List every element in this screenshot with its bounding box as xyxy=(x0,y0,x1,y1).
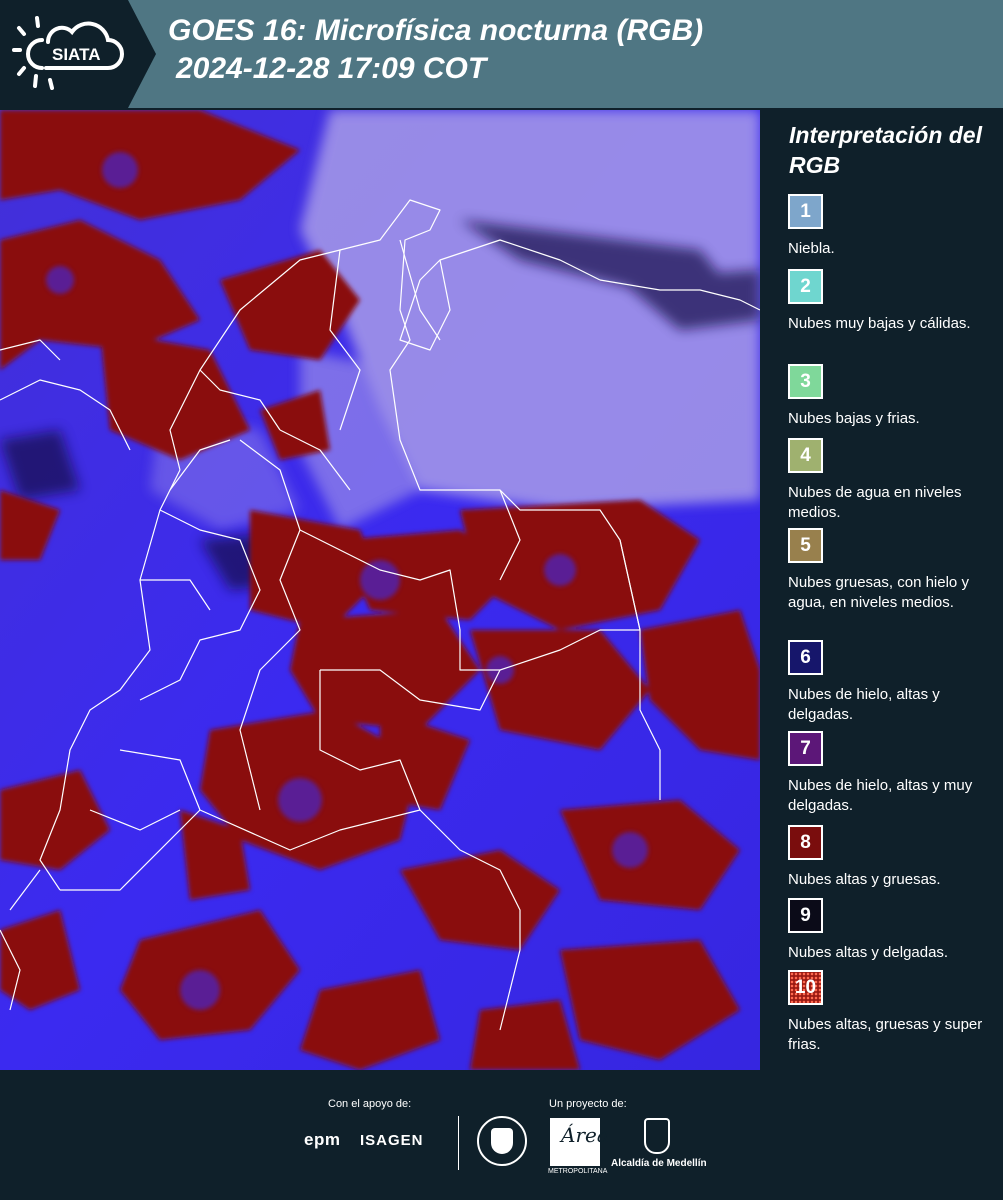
legend-label: Nubes de agua en niveles medios. xyxy=(788,484,962,521)
legend-label: Nubes muy bajas y cálidas. xyxy=(788,315,971,332)
legend-item: 4 Nubes de agua en niveles medios. xyxy=(788,438,993,523)
legend-label: Niebla. xyxy=(788,240,835,257)
legend-swatch: 8 xyxy=(788,825,823,860)
alcaldia-shield-icon xyxy=(644,1118,670,1154)
legend-swatch: 3 xyxy=(788,364,823,399)
header-bar: SIATA GOES 16: Microfísica nocturna (RGB… xyxy=(0,0,1003,108)
epm-logo: epm xyxy=(304,1130,341,1149)
university-seal-icon xyxy=(477,1116,527,1166)
legend-label: Nubes de hielo, altas y delgadas. xyxy=(788,686,940,723)
logo-panel: SIATA xyxy=(0,0,156,108)
legend-label: Nubes bajas y frias. xyxy=(788,410,920,427)
rgb-composite-map xyxy=(0,110,760,1070)
legend-swatch: 7 xyxy=(788,731,823,766)
legend-swatch: 2 xyxy=(788,269,823,304)
legend-label: Nubes altas, gruesas y super frias. xyxy=(788,1016,983,1053)
legend-item: 10 Nubes altas, gruesas y super frias. xyxy=(788,970,993,1055)
legend-item: 6 Nubes de hielo, altas y delgadas. xyxy=(788,640,993,725)
project-label: Un proyecto de: xyxy=(549,1098,627,1110)
area-caption: METROPOLITANA xyxy=(548,1168,608,1175)
legend-item: 1 Niebla. xyxy=(788,194,993,259)
legend-swatch: 10 xyxy=(788,970,823,1005)
legend-swatch: 6 xyxy=(788,640,823,675)
legend-label: Nubes gruesas, con hielo y agua, en nive… xyxy=(788,574,969,611)
siata-logo: SIATA xyxy=(12,16,124,90)
legend-item: 8 Nubes altas y gruesas. xyxy=(788,825,993,890)
legend-title: Interpretación del RGB xyxy=(789,122,982,178)
logo-text: SIATA xyxy=(52,45,100,64)
legend-divider xyxy=(760,108,776,1072)
title-line-2: 2024-12-28 17:09 COT xyxy=(176,52,487,85)
legend-label: Nubes altas y gruesas. xyxy=(788,871,941,888)
page-title: GOES 16: Microfísica nocturna (RGB) 2024… xyxy=(168,12,703,88)
legend-item: 2 Nubes muy bajas y cálidas. xyxy=(788,269,993,334)
isagen-logo: ISAGEN xyxy=(360,1132,424,1149)
legend-label: Nubes altas y delgadas. xyxy=(788,944,949,961)
satellite-image xyxy=(0,110,760,1070)
footer: Con el apoyo de: Un proyecto de: epm ISA… xyxy=(0,1072,1003,1200)
area-metropolitana-logo: Área xyxy=(550,1118,609,1166)
legend-swatch: 1 xyxy=(788,194,823,229)
legend-item: 5 Nubes gruesas, con hielo y agua, en ni… xyxy=(788,528,993,613)
legend-item: 7 Nubes de hielo, altas y muy delgadas. xyxy=(788,731,993,816)
legend-panel: Interpretación del RGB 1 Niebla. 2 Nubes… xyxy=(776,108,1003,1072)
support-label: Con el apoyo de: xyxy=(328,1098,412,1110)
alcaldia-caption: Alcaldía de Medellín xyxy=(611,1158,707,1169)
legend-swatch: 4 xyxy=(788,438,823,473)
legend-item: 9 Nubes altas y delgadas. xyxy=(788,898,993,963)
legend-swatch: 9 xyxy=(788,898,823,933)
title-line-1: GOES 16: Microfísica nocturna (RGB) xyxy=(168,14,704,47)
legend-label: Nubes de hielo, altas y muy delgadas. xyxy=(788,777,973,814)
footer-divider xyxy=(458,1116,459,1170)
legend-swatch: 5 xyxy=(788,528,823,563)
legend-item: 3 Nubes bajas y frias. xyxy=(788,364,993,429)
